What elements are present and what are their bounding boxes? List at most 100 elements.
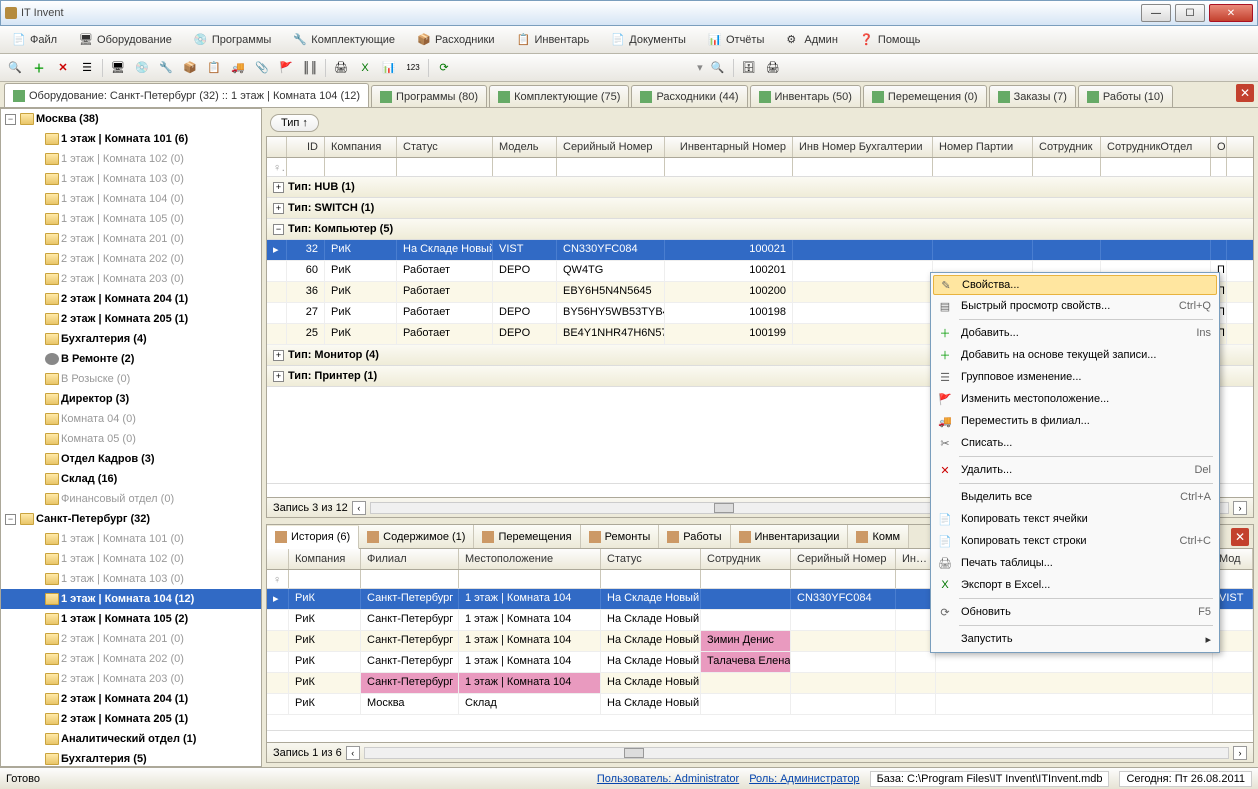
column-header[interactable]: Сотрудник bbox=[1033, 137, 1101, 157]
ctx--[interactable]: ✂Списать... bbox=[933, 432, 1217, 454]
filter-icon[interactable]: 🔍 bbox=[709, 59, 727, 77]
db-icon[interactable]: 🗄 bbox=[740, 59, 758, 77]
sw-icon[interactable]: 💿 bbox=[133, 59, 151, 77]
detail-row[interactable]: РиКСанкт-Петербург1 этаж | Комната 104На… bbox=[267, 673, 1253, 694]
detail-next[interactable]: › bbox=[1233, 746, 1247, 760]
menu-документы[interactable]: 📄Документы bbox=[605, 31, 692, 49]
tab-7[interactable]: Работы (10) bbox=[1078, 85, 1173, 107]
tree-node[interactable]: Аналитический отдел (1) bbox=[1, 729, 261, 749]
ctx--[interactable]: Выделить всеCtrl+A bbox=[933, 486, 1217, 508]
ctx--[interactable]: ＋Добавить на основе текущей записи... bbox=[933, 344, 1217, 366]
tree-node[interactable]: 1 этаж | Комната 103 (0) bbox=[1, 569, 261, 589]
detail-column[interactable]: Филиал bbox=[361, 549, 459, 569]
refresh-icon[interactable]: ⟳ bbox=[435, 59, 453, 77]
tree-node[interactable]: Комната 05 (0) bbox=[1, 429, 261, 449]
inv-icon[interactable]: 📋 bbox=[205, 59, 223, 77]
menu-инвентарь[interactable]: 📋Инвентарь bbox=[510, 31, 595, 49]
column-header[interactable]: Модель bbox=[493, 137, 557, 157]
menu-админ[interactable]: ⚙Админ bbox=[780, 31, 844, 49]
tree-node[interactable]: Финансовый отдел (0) bbox=[1, 489, 261, 509]
delete-icon[interactable]: ✕ bbox=[54, 59, 72, 77]
flag-icon[interactable]: 🚩 bbox=[277, 59, 295, 77]
tree-node[interactable]: 1 этаж | Комната 105 (2) bbox=[1, 609, 261, 629]
parts-icon[interactable]: 🔧 bbox=[157, 59, 175, 77]
group-row[interactable]: +Тип: SWITCH (1) bbox=[267, 198, 1253, 219]
menu-расходники[interactable]: 📦Расходники bbox=[411, 31, 500, 49]
tree-node[interactable]: Комната 04 (0) bbox=[1, 409, 261, 429]
tree-node[interactable]: 1 этаж | Комната 101 (0) bbox=[1, 529, 261, 549]
tree-node[interactable]: 1 этаж | Комната 102 (0) bbox=[1, 149, 261, 169]
pager-prev[interactable]: ‹ bbox=[352, 501, 366, 515]
tree-node[interactable]: 2 этаж | Комната 202 (0) bbox=[1, 649, 261, 669]
column-header[interactable]: Компания bbox=[325, 137, 397, 157]
status-user[interactable]: Пользователь: Administrator bbox=[597, 773, 739, 785]
column-header[interactable]: ID bbox=[287, 137, 325, 157]
ctx--[interactable]: ✕Удалить...Del bbox=[933, 459, 1217, 481]
detail-tab-4[interactable]: Работы bbox=[659, 525, 730, 548]
tree-node[interactable]: Отдел Кадров (3) bbox=[1, 449, 261, 469]
clip-icon[interactable]: 📎 bbox=[253, 59, 271, 77]
pager-next[interactable]: › bbox=[1233, 501, 1247, 515]
tab-3[interactable]: Расходники (44) bbox=[631, 85, 747, 107]
ctx--[interactable]: 🖨Печать таблицы... bbox=[933, 552, 1217, 574]
search-icon[interactable]: 🔍 bbox=[6, 59, 24, 77]
tab-2[interactable]: Комплектующие (75) bbox=[489, 85, 629, 107]
tree-node[interactable]: 1 этаж | Комната 104 (12) bbox=[1, 589, 261, 609]
tree-node[interactable]: 1 этаж | Комната 102 (0) bbox=[1, 549, 261, 569]
tree-node[interactable]: 2 этаж | Комната 203 (0) bbox=[1, 269, 261, 289]
tree-node[interactable]: 2 этаж | Комната 205 (1) bbox=[1, 309, 261, 329]
column-header[interactable]: О bbox=[1211, 137, 1227, 157]
column-header[interactable]: СотрудникОтдел bbox=[1101, 137, 1211, 157]
tree-node[interactable]: −Санкт-Петербург (32) bbox=[1, 509, 261, 529]
tabs-close-button[interactable]: ✕ bbox=[1236, 84, 1254, 102]
detail-column[interactable]: Статус bbox=[601, 549, 701, 569]
barcode-icon[interactable]: ║║ bbox=[301, 59, 319, 77]
ctx--[interactable]: ☰Групповое изменение... bbox=[933, 366, 1217, 388]
ctx--[interactable]: ▤Быстрый просмотр свойств...Ctrl+Q bbox=[933, 295, 1217, 317]
detail-column[interactable]: Местоположение bbox=[459, 549, 601, 569]
chart-icon[interactable]: 📊 bbox=[380, 59, 398, 77]
hw-icon[interactable]: 🖥 bbox=[109, 59, 127, 77]
print-icon[interactable]: 🖨 bbox=[332, 59, 350, 77]
truck-icon[interactable]: 🚚 bbox=[229, 59, 247, 77]
tab-5[interactable]: Перемещения (0) bbox=[863, 85, 987, 107]
column-header[interactable]: Инв Номер Бухгалтерии bbox=[793, 137, 933, 157]
group-row[interactable]: −Тип: Компьютер (5) bbox=[267, 219, 1253, 240]
close-button[interactable]: ✕ bbox=[1209, 4, 1253, 22]
list-icon[interactable]: ☰ bbox=[78, 59, 96, 77]
column-header[interactable]: Инвентарный Номер bbox=[665, 137, 793, 157]
tree-node[interactable]: В Розыске (0) bbox=[1, 369, 261, 389]
detail-prev[interactable]: ‹ bbox=[346, 746, 360, 760]
menu-помощь[interactable]: ❓Помощь bbox=[854, 31, 927, 49]
group-chip-type[interactable]: Тип ↑ bbox=[270, 114, 319, 132]
detail-tab-1[interactable]: Содержимое (1) bbox=[359, 525, 474, 548]
menu-отчёты[interactable]: 📊Отчёты bbox=[702, 31, 770, 49]
ctx--[interactable]: ＋Добавить...Ins bbox=[933, 322, 1217, 344]
detail-tab-3[interactable]: Ремонты bbox=[581, 525, 660, 548]
ctx--[interactable]: Запустить bbox=[933, 628, 1217, 650]
column-header[interactable]: Статус bbox=[397, 137, 493, 157]
minimize-button[interactable]: — bbox=[1141, 4, 1171, 22]
tree-node[interactable]: Бухгалтерия (5) bbox=[1, 749, 261, 766]
ctx--[interactable]: ⟳ОбновитьF5 bbox=[933, 601, 1217, 623]
detail-close-button[interactable]: ✕ bbox=[1231, 528, 1249, 546]
status-role[interactable]: Роль: Администратор bbox=[749, 773, 859, 785]
detail-row[interactable]: РиКСанкт-Петербург1 этаж | Комната 104На… bbox=[267, 652, 1253, 673]
detail-column[interactable]: Сотрудник bbox=[701, 549, 791, 569]
supply-icon[interactable]: 📦 bbox=[181, 59, 199, 77]
tree-node[interactable]: 1 этаж | Комната 104 (0) bbox=[1, 189, 261, 209]
menu-комплектующие[interactable]: 🔧Комплектующие bbox=[287, 31, 401, 49]
detail-scroll[interactable] bbox=[364, 747, 1229, 759]
ctx--[interactable]: ✎Свойства... bbox=[933, 275, 1217, 295]
num-icon[interactable]: 123 bbox=[404, 59, 422, 77]
excel-icon[interactable]: X bbox=[356, 59, 374, 77]
tree-node[interactable]: Склад (16) bbox=[1, 469, 261, 489]
tree-node[interactable]: 2 этаж | Комната 201 (0) bbox=[1, 629, 261, 649]
tree-node[interactable]: 2 этаж | Комната 205 (1) bbox=[1, 709, 261, 729]
detail-row[interactable]: РиКМоскваСкладНа Складе Новый bbox=[267, 694, 1253, 715]
ctx--[interactable]: 🚚Переместить в филиал... bbox=[933, 410, 1217, 432]
tab-1[interactable]: Программы (80) bbox=[371, 85, 487, 107]
column-header[interactable]: Номер Партии bbox=[933, 137, 1033, 157]
tree-node[interactable]: 1 этаж | Комната 103 (0) bbox=[1, 169, 261, 189]
tree-node[interactable]: 1 этаж | Комната 105 (0) bbox=[1, 209, 261, 229]
